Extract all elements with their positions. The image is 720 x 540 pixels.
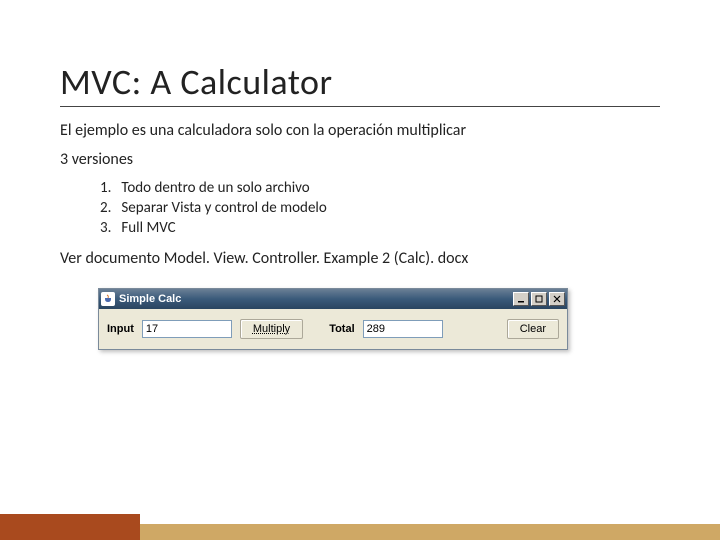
slide-title: MVC: A Calculator (60, 60, 660, 107)
list-number: 1. (100, 179, 118, 197)
window-titlebar: Simple Calc (99, 289, 567, 309)
calculator-window: Simple Calc Input 17 Multiply Total 289 … (98, 288, 568, 350)
intro-line: El ejemplo es una calculadora solo con l… (60, 121, 660, 140)
slide-body: MVC: A Calculator El ejemplo es una calc… (0, 0, 720, 350)
window-content: Input 17 Multiply Total 289 Clear (99, 309, 567, 349)
list-text: Todo dentro de un solo archivo (121, 179, 309, 197)
list-item: 3. Full MVC (100, 219, 660, 237)
versions-list: 1. Todo dentro de un solo archivo 2. Sep… (100, 179, 660, 237)
close-icon[interactable] (549, 292, 565, 306)
input-field[interactable]: 17 (142, 320, 232, 338)
slide-footer (0, 514, 720, 540)
java-icon (101, 292, 115, 306)
input-label: Input (107, 323, 134, 335)
list-text: Full MVC (121, 219, 175, 237)
document-reference: Ver documento Model. View. Controller. E… (60, 249, 660, 268)
total-field[interactable]: 289 (363, 320, 443, 338)
minimize-icon[interactable] (513, 292, 529, 306)
list-item: 2. Separar Vista y control de modelo (100, 199, 660, 217)
list-number: 2. (100, 199, 118, 217)
list-number: 3. (100, 219, 118, 237)
list-item: 1. Todo dentro de un solo archivo (100, 179, 660, 197)
list-text: Separar Vista y control de modelo (121, 199, 326, 217)
maximize-icon[interactable] (531, 292, 547, 306)
versions-line: 3 versiones (60, 150, 660, 169)
clear-button[interactable]: Clear (507, 319, 559, 339)
total-label: Total (329, 323, 354, 335)
window-title: Simple Calc (119, 293, 511, 305)
footer-accent (0, 514, 140, 540)
multiply-button[interactable]: Multiply (240, 319, 303, 339)
